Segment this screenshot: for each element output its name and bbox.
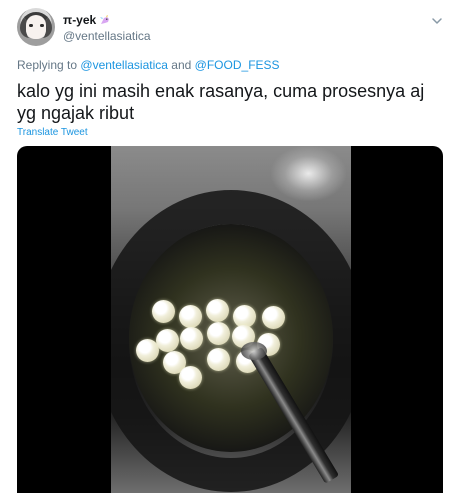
- dough-ball: [207, 348, 230, 371]
- frame-highlight: [271, 146, 346, 201]
- dough-ball: [156, 329, 179, 352]
- author-name-row[interactable]: π-yek: [63, 12, 111, 28]
- tweet-media[interactable]: [17, 146, 443, 493]
- avatar-face: [26, 15, 46, 39]
- dough-ball: [206, 299, 229, 322]
- display-name[interactable]: π-yek: [63, 13, 96, 27]
- dough-ball: [207, 322, 230, 345]
- replying-to-label: Replying to: [17, 58, 78, 72]
- utensil-head: [241, 342, 267, 360]
- tweet-text: kalo yg ini masih enak rasanya, cuma pro…: [17, 81, 425, 123]
- author-handle[interactable]: @ventellasiatica: [63, 29, 151, 43]
- video-frame: [111, 146, 351, 493]
- chevron-down-icon[interactable]: [431, 14, 443, 26]
- avatar[interactable]: [17, 8, 55, 46]
- dough-ball: [180, 327, 203, 350]
- reply-mention-ventellasiatica[interactable]: @ventellasiatica: [80, 58, 168, 72]
- replying-to: Replying to @ventellasiatica and @FOOD_F…: [17, 58, 280, 72]
- dough-ball: [152, 300, 175, 323]
- dough-ball: [179, 366, 202, 389]
- unicorn-icon: [99, 14, 111, 26]
- dough-ball: [179, 305, 202, 328]
- replying-and-label: and: [171, 58, 192, 72]
- tweet-card: π-yek @ventellasiatica Replying to @vent…: [0, 0, 451, 493]
- avatar-eyes: [29, 24, 44, 27]
- translate-tweet-link[interactable]: Translate Tweet: [17, 127, 88, 138]
- reply-mention-food-fess[interactable]: @FOOD_FESS: [195, 58, 280, 72]
- dough-ball: [262, 306, 285, 329]
